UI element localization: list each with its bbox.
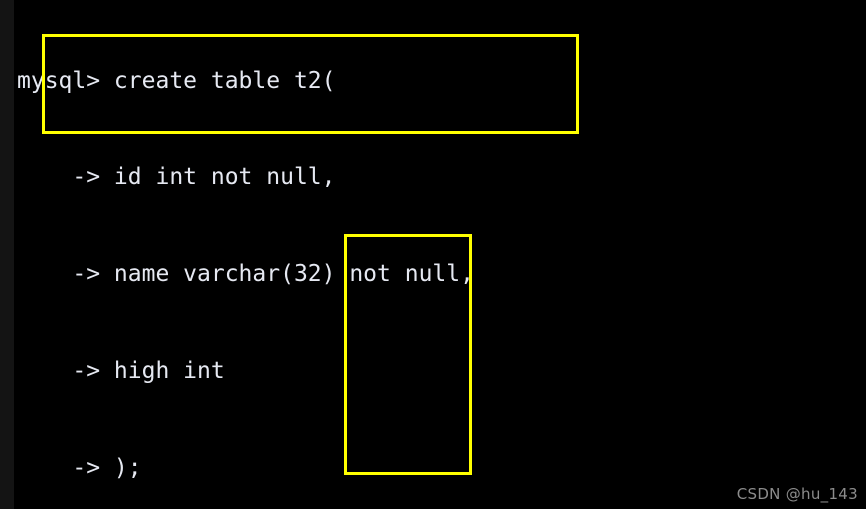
terminal-line-col-id: -> id int not null, xyxy=(17,164,336,191)
terminal-window: mysql> create table t2( -> id int not nu… xyxy=(0,0,866,509)
terminal-line-create-table: mysql> create table t2( xyxy=(17,67,336,94)
csdn-watermark: CSDN @hu_143 xyxy=(736,485,858,503)
terminal-output[interactable]: mysql> create table t2( -> id int not nu… xyxy=(17,0,792,509)
terminal-line-close-paren: -> ); xyxy=(17,455,142,482)
terminal-line-col-name: -> name varchar(32) not null, xyxy=(17,261,474,288)
terminal-line-col-high: -> high int xyxy=(17,358,225,385)
terminal-left-gutter xyxy=(0,0,14,509)
